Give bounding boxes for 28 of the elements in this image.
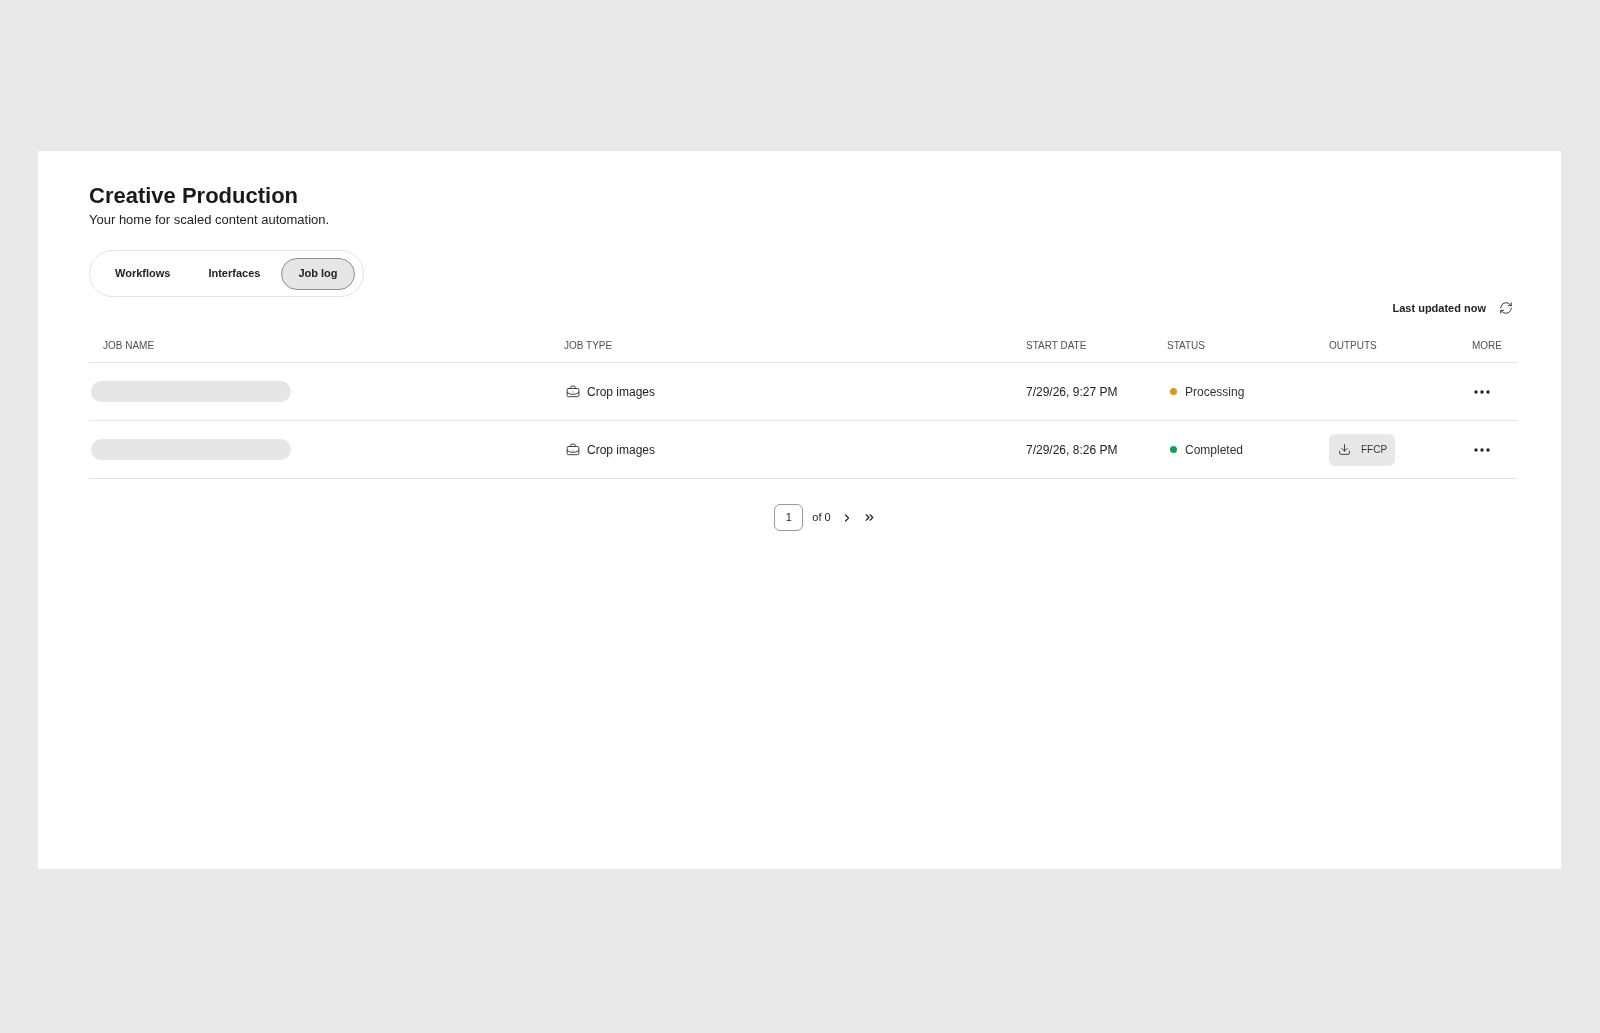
- page-number-field[interactable]: 1: [774, 504, 804, 531]
- column-header: OUTPUTS: [1329, 339, 1377, 353]
- last-updated-text: Last updated now: [1392, 300, 1486, 316]
- status-text: Completed: [1185, 441, 1244, 459]
- refresh-button[interactable]: [1498, 300, 1514, 316]
- refresh-icon: [1499, 301, 1513, 315]
- more-icon: [1474, 447, 1490, 452]
- start-date-text: 7/29/26, 8:26 PM: [1026, 441, 1118, 459]
- page-title: Creative Production: [89, 182, 299, 210]
- tab[interactable]: Job log: [281, 257, 355, 290]
- column-header: STATUS: [1167, 339, 1205, 353]
- more-icon: [1474, 389, 1490, 394]
- start-date-text: 7/29/26, 9:27 PM: [1026, 383, 1118, 401]
- job-type-text: Crop images: [587, 441, 656, 459]
- tab[interactable]: Workflows: [98, 257, 188, 290]
- download-icon: [1338, 443, 1351, 456]
- briefcase-icon: [566, 442, 580, 457]
- tab[interactable]: Interfaces: [191, 257, 278, 290]
- column-header: START DATE: [1026, 339, 1087, 353]
- column-header: JOB NAME: [103, 339, 155, 353]
- page-total-text: of 0: [812, 510, 831, 526]
- column-header: MORE: [1472, 339, 1502, 353]
- column-header: JOB TYPE: [564, 339, 613, 353]
- briefcase-icon: [566, 384, 580, 399]
- job-type-text: Crop images: [587, 383, 656, 401]
- status-text: Processing: [1185, 383, 1245, 401]
- download-output-button[interactable]: FFCP: [1329, 433, 1396, 466]
- page-subtitle: Your home for scaled content automation.: [89, 211, 330, 229]
